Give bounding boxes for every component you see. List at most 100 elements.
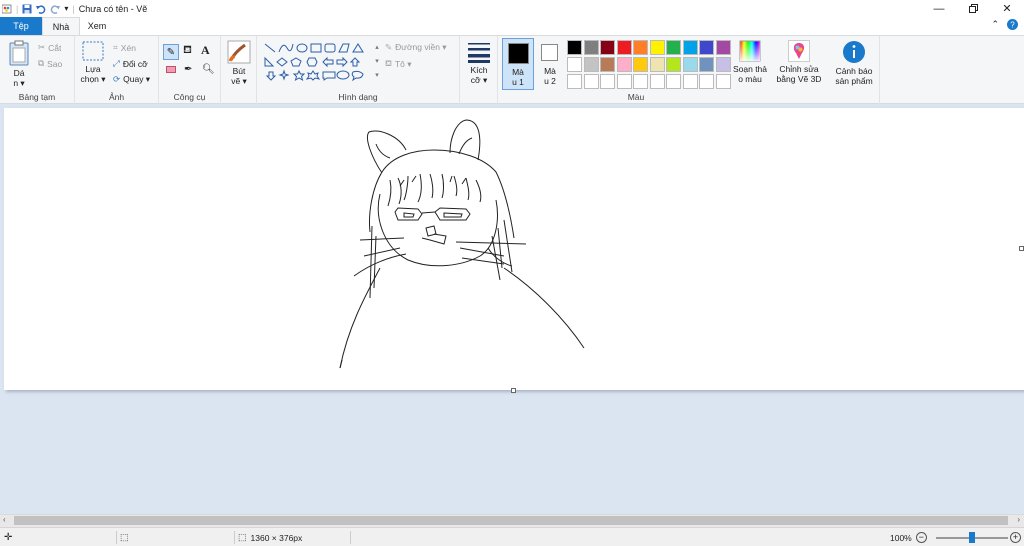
color-swatch[interactable] [600,57,615,72]
crosshair-icon: ✛ [4,532,13,543]
customize-qa-icon[interactable]: ▾ [64,4,68,13]
fill-label: Tô ▾ [394,58,412,69]
color-swatch[interactable] [583,74,599,89]
color-swatch[interactable] [616,57,632,72]
tab-home[interactable]: Nhà [42,17,80,35]
restore-icon[interactable] [956,0,990,17]
color-swatch[interactable] [567,74,582,89]
copy-icon: ⧉ [38,58,45,68]
qa-separator: | [16,3,19,14]
color-swatch[interactable] [633,57,648,72]
color-swatch[interactable] [649,57,665,72]
color-swatch[interactable] [666,57,681,72]
color-swatch[interactable] [715,40,731,55]
color-swatch[interactable] [567,57,582,72]
color-swatch[interactable] [649,40,665,55]
color-picker-icon[interactable]: ✒ [184,64,192,75]
color-swatch[interactable] [616,40,632,55]
color1-label-2: u 1 [512,77,524,87]
color-swatch[interactable] [567,40,582,55]
color-swatch[interactable] [699,57,714,72]
group-tools: ✎ ⛾ A ✒ 🔍︎ Công cụ [159,36,221,104]
crop-button[interactable]: ⌗ Xén [113,42,136,53]
color-swatch[interactable] [682,40,698,55]
brush-icon [227,40,251,64]
group-brushes: Bút vẽ ▾ [221,36,257,104]
scroll-right-icon[interactable]: › [1017,515,1020,524]
color2-label-2: u 2 [544,76,556,86]
window-title: Chưa có tên - Vẽ [78,3,148,14]
scroll-thumb[interactable] [14,516,1008,525]
fill-bucket-icon[interactable]: ⛾ [183,44,192,58]
rotate-button[interactable]: ⟳ Quay ▾ [113,74,150,85]
resize-button[interactable]: ⤢ Đổi cỡ [113,58,148,69]
text-tool-icon[interactable]: A [201,43,210,58]
edit-colors-button[interactable]: Soạn thả o màu [731,40,769,84]
color-swatch[interactable] [583,40,599,55]
resize-handle-right[interactable] [1019,246,1024,251]
fill-button[interactable]: ⛾ Tô ▾ [385,58,412,70]
paint3d-button[interactable]: Chỉnh sửa bằng Vẽ 3D [774,40,824,84]
zoom-in-icon[interactable]: + [1010,532,1021,543]
color-palette [566,36,731,92]
eraser-icon[interactable] [166,66,176,73]
color-swatch[interactable] [699,74,714,89]
paste-label: Dá [13,68,25,78]
save-icon[interactable] [22,4,32,14]
tab-file[interactable]: Tệp [0,17,42,35]
product-alert-label-2: sản phẩm [835,76,873,86]
minimize-icon[interactable]: — [922,0,956,17]
group-image: Lựa chọn ▾ ⌗ Xén ⤢ Đổi cỡ ⟳ Quay ▾ Ảnh [75,36,159,104]
zoom-slider-thumb[interactable] [969,532,975,543]
color-swatch[interactable] [715,57,731,72]
color-swatch[interactable] [649,74,665,89]
color-swatch[interactable] [600,74,615,89]
pencil-icon[interactable]: ✎ [163,44,179,60]
product-alert-button[interactable]: Cảnh báo sản phẩm [830,40,878,86]
qa-separator: | [72,3,75,14]
redo-icon[interactable] [50,4,61,14]
size-button[interactable]: Kích cỡ ▾ [464,41,494,85]
paint3d-icon [788,40,810,62]
paste-button[interactable]: Dá n ▾ [6,40,32,88]
ribbon: Dá n ▾ ✂ Cắt ⧉ Sao Bảng tạm Lựa chọn ▾ ⌗ Xé… [0,35,1024,104]
resize-handle-bottom[interactable] [511,388,516,393]
brushes-button[interactable]: Bút vẽ ▾ [225,40,253,86]
color-swatch[interactable] [666,74,681,89]
size-label-2: cỡ ▾ [470,75,488,85]
paste-label-2: n ▾ [13,78,25,88]
undo-icon[interactable] [36,4,46,14]
color-swatch[interactable] [666,40,681,55]
color-swatch[interactable] [682,74,698,89]
cut-button[interactable]: ✂ Cắt [38,42,61,53]
color-swatch[interactable] [633,40,648,55]
help-icon[interactable]: ? [1007,19,1018,30]
color2-button[interactable]: Mà u 2 [536,38,564,90]
color-swatch[interactable] [699,40,714,55]
color2-label: Mà [544,66,556,76]
color1-button[interactable]: Mà u 1 [502,38,534,90]
color-swatch[interactable] [616,74,632,89]
tab-view[interactable]: Xem [80,17,114,35]
drawing-canvas[interactable] [4,108,1024,390]
select-button[interactable]: Lựa chọn ▾ [79,40,107,84]
edit-colors-label-2: o màu [738,74,762,84]
outline-button[interactable]: ✎ Đường viền ▾ [385,42,447,53]
color-swatch[interactable] [682,57,698,72]
color-swatch[interactable] [600,40,615,55]
paint-app-icon [2,4,12,13]
color-swatch[interactable] [583,57,599,72]
shapes-gallery[interactable] [263,41,373,85]
zoom-out-icon[interactable]: − [915,532,927,543]
color-swatch[interactable] [715,74,731,89]
colors-group-label: Màu [627,92,645,102]
image-group-label: Ảnh [108,92,125,102]
scroll-left-icon[interactable]: ‹ [3,515,6,524]
collapse-ribbon-icon[interactable]: ⌃ [991,19,999,30]
copy-button[interactable]: ⧉ Sao [38,58,62,69]
magnifier-icon[interactable]: 🔍︎ [202,64,215,75]
shapes-scroll[interactable]: ▴ ▾ ▾ [373,41,381,83]
close-icon[interactable]: ✕ [990,0,1024,17]
color-swatch[interactable] [633,74,648,89]
paint3d-label: Chỉnh sửa [779,64,819,74]
